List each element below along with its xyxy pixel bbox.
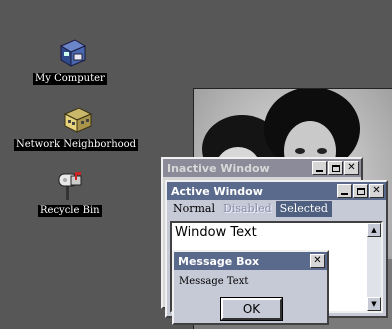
desktop-icon-label: Network Neighborhood xyxy=(14,139,139,151)
minimize-icon xyxy=(341,193,348,195)
close-button[interactable]: ✕ xyxy=(344,161,359,175)
ok-button[interactable]: OK xyxy=(220,297,283,321)
menu-bar: Normal Disabled Selected xyxy=(167,200,386,218)
scroll-up-button[interactable]: ▲ xyxy=(367,223,381,237)
menu-item-disabled: Disabled xyxy=(223,202,272,215)
close-icon: ✕ xyxy=(347,162,356,173)
active-window-titlebar[interactable]: Active Window ✕ xyxy=(167,182,386,200)
window-title: Active Window xyxy=(171,184,263,198)
recycle-bin-icon xyxy=(53,170,87,202)
maximize-button[interactable] xyxy=(353,184,368,198)
message-box[interactable]: Message Box ✕ Message Text OK xyxy=(172,250,329,325)
close-icon: ✕ xyxy=(372,185,381,196)
minimize-button[interactable] xyxy=(312,161,327,175)
maximize-icon xyxy=(356,187,365,195)
arrow-down-icon: ▼ xyxy=(371,299,377,308)
message-text: Message Text xyxy=(179,276,249,287)
menu-item-normal[interactable]: Normal xyxy=(169,201,219,217)
arrow-up-icon: ▲ xyxy=(371,225,377,234)
desktop-icon-my-computer[interactable]: My Computer xyxy=(33,38,107,85)
maximize-icon xyxy=(331,164,340,172)
network-icon xyxy=(59,104,93,136)
minimize-icon xyxy=(316,170,323,172)
message-box-title: Message Box xyxy=(178,254,260,268)
desktop-icon-recycle-bin[interactable]: Recycle Bin xyxy=(38,170,102,217)
vertical-scrollbar[interactable]: ▲ ▼ xyxy=(367,223,381,311)
window-text: Window Text xyxy=(175,225,257,240)
computer-icon xyxy=(53,38,87,70)
maximize-button[interactable] xyxy=(328,161,343,175)
close-button[interactable]: ✕ xyxy=(369,184,384,198)
desktop-icon-label: Recycle Bin xyxy=(38,205,102,217)
close-button[interactable]: ✕ xyxy=(310,254,325,268)
window-title: Inactive Window xyxy=(167,161,270,175)
scroll-down-button[interactable]: ▼ xyxy=(367,297,381,311)
close-icon: ✕ xyxy=(313,255,322,266)
desktop-icon-label: My Computer xyxy=(33,73,107,85)
minimize-button[interactable] xyxy=(337,184,352,198)
inactive-window-titlebar[interactable]: Inactive Window ✕ xyxy=(163,159,361,177)
message-box-titlebar[interactable]: Message Box ✕ xyxy=(174,252,327,270)
menu-item-selected[interactable]: Selected xyxy=(275,201,332,217)
desktop-icon-network-neighborhood[interactable]: Network Neighborhood xyxy=(14,104,139,151)
